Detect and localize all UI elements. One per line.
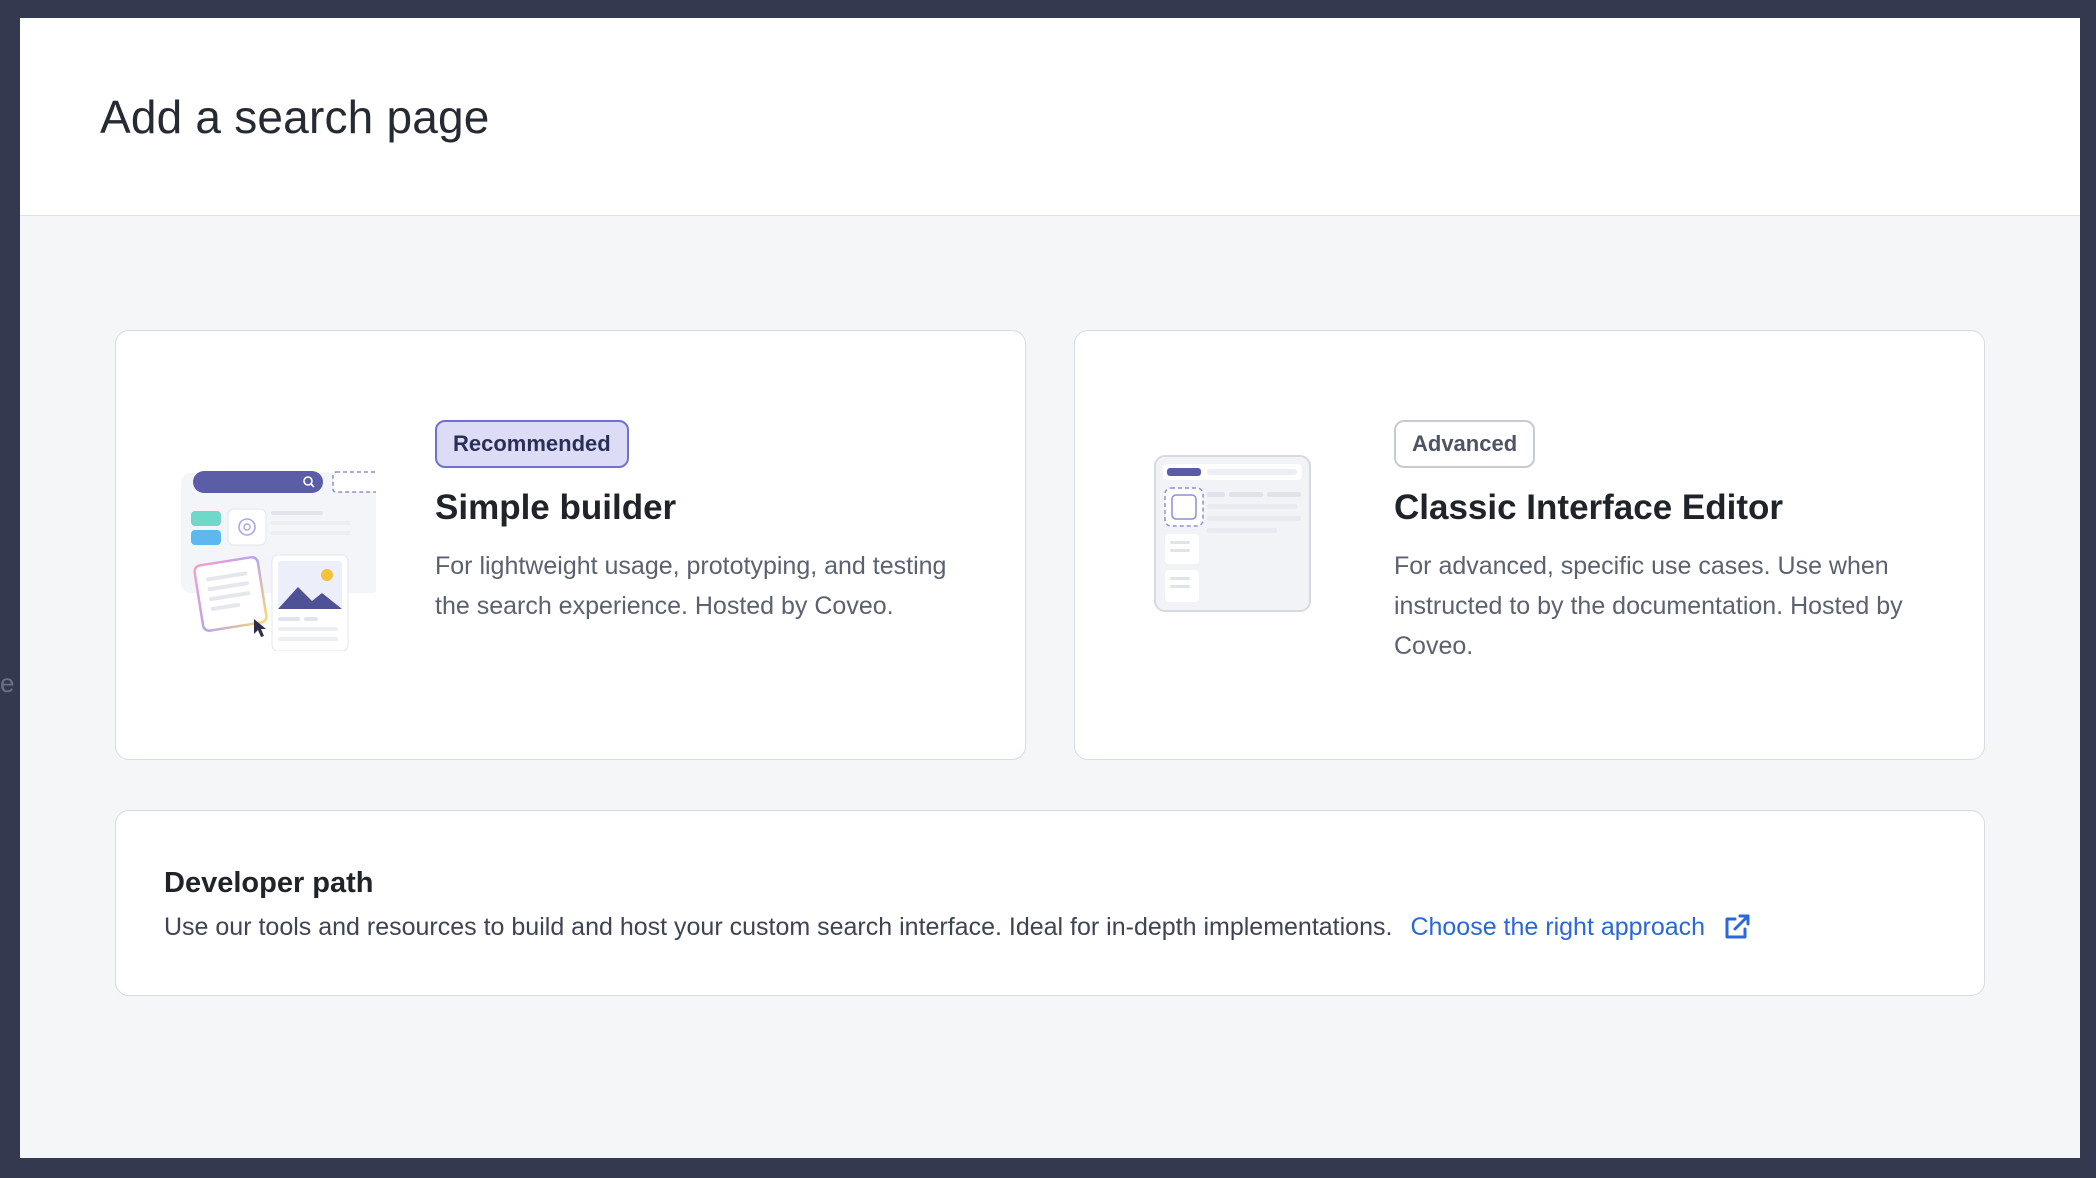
- choose-right-approach-link[interactable]: Choose the right approach: [1410, 911, 1753, 943]
- add-search-page-modal: Add a search page Recommended Simple bui…: [20, 18, 2080, 1158]
- simple-builder-illustration: [181, 471, 376, 651]
- backdrop-partial-text: e: [0, 668, 15, 698]
- developer-path-description: Use our tools and resources to build and…: [164, 912, 1393, 941]
- recommended-badge: Recommended: [435, 420, 629, 468]
- developer-path-title: Developer path: [164, 867, 374, 899]
- classic-editor-illustration: [1154, 455, 1311, 612]
- classic-editor-title: Classic Interface Editor: [1394, 488, 1784, 527]
- simple-builder-title: Simple builder: [435, 488, 677, 527]
- choose-right-approach-label: Choose the right approach: [1410, 912, 1706, 941]
- modal-header: Add a search page: [20, 18, 2080, 216]
- modal-title: Add a search page: [100, 91, 490, 143]
- external-link-icon: [1725, 914, 1750, 939]
- classic-interface-editor-card[interactable]: Advanced Classic Interface Editor For ad…: [1074, 330, 1985, 760]
- developer-path-row: Use our tools and resources to build and…: [164, 911, 1753, 943]
- developer-path-card: Developer path Use our tools and resourc…: [115, 810, 1985, 996]
- simple-builder-description: For lightweight usage, prototyping, and …: [435, 552, 947, 620]
- simple-builder-card[interactable]: Recommended Simple builder For lightweig…: [115, 330, 1026, 760]
- classic-editor-description: For advanced, specific use cases. Use wh…: [1394, 552, 1903, 660]
- advanced-badge: Advanced: [1394, 420, 1536, 468]
